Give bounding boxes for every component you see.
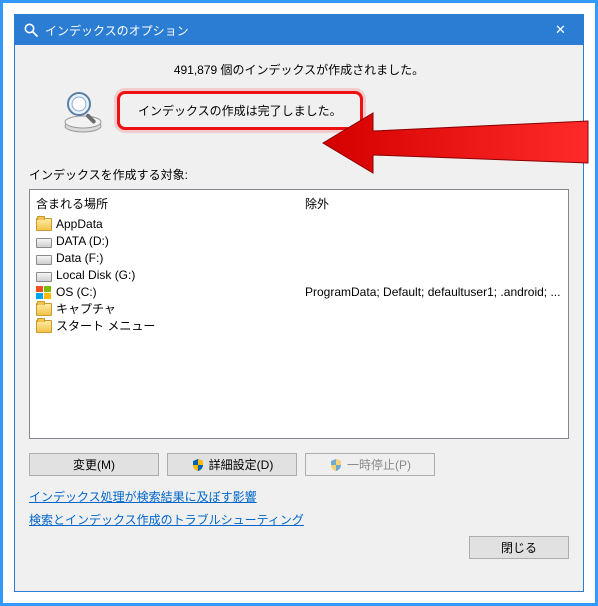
list-item[interactable]: Data (F:) <box>36 250 293 267</box>
dialog-window: インデックスのオプション ✕ 491,879 個のインデックスが作成されました。 <box>14 14 584 592</box>
excluded-cell <box>305 250 562 267</box>
window-title: インデックスのオプション <box>45 22 538 39</box>
help-link-label: 検索とインデックス作成のトラブルシューティング <box>29 513 304 527</box>
titlebar: インデックスのオプション ✕ <box>15 15 583 45</box>
list-item-label: キャプチャ <box>56 301 116 318</box>
windows-drive-icon <box>36 286 52 299</box>
folder-icon <box>36 218 52 231</box>
excluded-cell <box>305 267 562 284</box>
list-item-label: Local Disk (G:) <box>56 267 135 284</box>
list-item-label: スタート メニュー <box>56 318 155 335</box>
list-item[interactable]: DATA (D:) <box>36 233 293 250</box>
excluded-cell <box>305 233 562 250</box>
list-item-label: AppData <box>56 216 103 233</box>
list-item-label: OS (C:) <box>56 284 97 301</box>
list-item[interactable]: Local Disk (G:) <box>36 267 293 284</box>
modify-button-label: 変更(M) <box>73 456 115 473</box>
completion-highlight: インデックスの作成は完了しました。 <box>117 91 363 130</box>
list-item-label: Data (F:) <box>56 250 103 267</box>
magnifier-icon <box>23 22 39 38</box>
status-row: インデックスの作成は完了しました。 <box>29 86 569 134</box>
locations-listbox[interactable]: 含まれる場所 AppData DATA (D:) Data (F:) Local… <box>29 189 569 439</box>
excluded-cell <box>305 301 562 318</box>
drive-icon <box>36 255 52 265</box>
list-section-label: インデックスを作成する対象: <box>29 166 569 183</box>
list-item[interactable]: スタート メニュー <box>36 318 293 335</box>
list-item[interactable]: キャプチャ <box>36 301 293 318</box>
excluded-header: 除外 <box>305 193 562 216</box>
list-item-label: DATA (D:) <box>56 233 109 250</box>
close-icon: ✕ <box>555 22 566 38</box>
included-column: 含まれる場所 AppData DATA (D:) Data (F:) Local… <box>30 190 299 438</box>
help-link-label: インデックス処理が検索結果に及ぼす影響 <box>29 490 257 504</box>
close-button[interactable]: 閉じる <box>469 536 569 559</box>
pause-button-label: 一時停止(P) <box>347 456 411 473</box>
excluded-cell: ProgramData; Default; defaultuser1; .and… <box>305 284 562 301</box>
advanced-button[interactable]: 詳細設定(D) <box>167 453 297 476</box>
list-item[interactable]: OS (C:) <box>36 284 293 301</box>
help-link-troubleshoot[interactable]: 検索とインデックス作成のトラブルシューティング <box>29 511 304 528</box>
folder-icon <box>36 303 52 316</box>
close-row: 閉じる <box>29 536 569 559</box>
shield-icon <box>329 458 343 472</box>
completion-text: インデックスの作成は完了しました。 <box>138 104 342 118</box>
folder-icon <box>36 320 52 333</box>
help-links: インデックス処理が検索結果に及ぼす影響 検索とインデックス作成のトラブルシューテ… <box>29 488 569 528</box>
close-button-label: 閉じる <box>501 539 537 556</box>
help-link-impact[interactable]: インデックス処理が検索結果に及ぼす影響 <box>29 488 257 505</box>
modify-button[interactable]: 変更(M) <box>29 453 159 476</box>
outer-highlight-frame: インデックスのオプション ✕ 491,879 個のインデックスが作成されました。 <box>0 0 598 606</box>
button-row: 変更(M) 詳細設定(D) <box>29 453 569 476</box>
pause-button: 一時停止(P) <box>305 453 435 476</box>
window-close-button[interactable]: ✕ <box>538 15 583 45</box>
included-header: 含まれる場所 <box>36 193 293 216</box>
excluded-column: 除外 ProgramData; Default; defaultuser1; .… <box>299 190 568 438</box>
large-search-drive-icon <box>59 86 107 134</box>
drive-icon <box>36 272 52 282</box>
excluded-cell <box>305 216 562 233</box>
list-item[interactable]: AppData <box>36 216 293 233</box>
advanced-button-label: 詳細設定(D) <box>209 456 274 473</box>
excluded-cell <box>305 318 562 335</box>
drive-icon <box>36 238 52 248</box>
index-count-text: 491,879 個のインデックスが作成されました。 <box>29 55 569 82</box>
client-area: 491,879 個のインデックスが作成されました。 インデックスの作成は完了しま… <box>15 45 583 591</box>
shield-icon <box>191 458 205 472</box>
